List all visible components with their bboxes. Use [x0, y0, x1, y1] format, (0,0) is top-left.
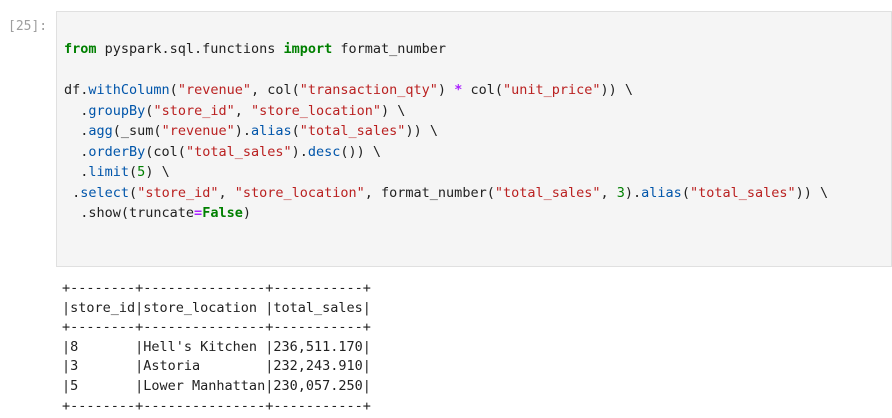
keyword-false: False — [202, 205, 243, 221]
code-text: . — [64, 143, 89, 160]
string-literal: "total_sales" — [299, 123, 406, 139]
string-literal: "store_id" — [153, 102, 235, 119]
string-literal: "unit_price" — [502, 82, 601, 98]
code-line-show: .show(truncate=False) — [64, 203, 828, 224]
output-table-border-top: +--------+---------------+-----------+ — [62, 280, 371, 296]
code-cell-editor[interactable]: from pyspark.sql.functions import format… — [56, 11, 892, 267]
output-table-border-header: +--------+---------------+-----------+ — [62, 319, 371, 336]
output-table-row: |3 |Astoria |232,243.910| — [62, 358, 371, 375]
code-text: .show(truncate — [64, 205, 195, 221]
code-line-orderby: .orderBy(col("total_sales").desc()) \ — [64, 142, 828, 163]
code-text: )) \ — [600, 82, 634, 98]
method-name: orderBy — [88, 143, 146, 160]
keyword-from: from — [64, 41, 97, 57]
code-text: df. — [64, 82, 89, 98]
cell-output: +--------+---------------+-----------+ |… — [62, 279, 371, 416]
code-text: ) \ — [381, 102, 406, 119]
code-text: . — [64, 102, 89, 119]
code-text: , — [234, 102, 251, 119]
code-line-withcolumn: df.withColumn("revenue", col("transactio… — [64, 80, 828, 101]
code-text: ( — [681, 184, 690, 201]
code-text: , — [600, 184, 617, 201]
code-text: )) \ — [795, 184, 829, 201]
code-text: , — [218, 184, 235, 201]
code-text: ( — [129, 164, 138, 180]
code-text: ( — [129, 184, 138, 201]
keyword-import: import — [283, 41, 333, 57]
output-table-border-bottom: +--------+---------------+-----------+ — [62, 397, 371, 414]
method-name: alias — [250, 123, 292, 139]
code-text: . — [64, 164, 89, 180]
string-literal: "revenue" — [177, 82, 251, 98]
code-text: (_sum( — [112, 123, 162, 139]
output-table-row: |5 |Lower Manhattan|230,057.250| — [62, 377, 371, 394]
code-text: ()) \ — [340, 143, 382, 160]
code-text: ) — [242, 205, 251, 221]
code-text: . — [64, 123, 89, 139]
code-line-groupby: .groupBy("store_id", "store_location") \ — [64, 101, 828, 122]
code-text: ) — [437, 82, 455, 98]
code-line-import: from pyspark.sql.functions import format… — [64, 39, 828, 60]
output-table-header: |store_id|store_location |total_sales| — [62, 299, 371, 316]
string-literal: "total_sales" — [494, 184, 601, 201]
cell-prompt: [25]: — [8, 19, 48, 34]
code-text: (col( — [145, 143, 186, 160]
code-text: ) \ — [145, 164, 170, 180]
code-text: , format_number( — [364, 184, 495, 201]
string-literal: "revenue" — [161, 123, 235, 139]
method-name: agg — [88, 123, 113, 139]
import-name: format_number — [332, 41, 447, 57]
string-literal: "store_id" — [137, 184, 219, 201]
code-text: ). — [624, 184, 642, 201]
code-line-agg: .agg(_sum("revenue").alias("total_sales"… — [64, 121, 828, 142]
module-name: pyspark.sql.functions — [96, 41, 284, 57]
string-literal: "transaction_qty" — [299, 82, 438, 98]
string-literal: "store_location" — [234, 184, 365, 201]
code-text: ( — [291, 123, 300, 139]
string-literal: "total_sales" — [185, 143, 292, 160]
output-table-row: |8 |Hell's Kitchen |236,511.170| — [62, 338, 371, 355]
number-literal: 3 — [616, 184, 625, 201]
method-name: limit — [88, 164, 130, 180]
method-name: alias — [641, 184, 682, 201]
code-text: ( — [169, 82, 178, 98]
method-name: select — [80, 184, 130, 201]
code-text: )) \ — [405, 123, 438, 139]
operator: = — [194, 205, 203, 221]
method-name: withColumn — [88, 82, 170, 98]
string-literal: "total_sales" — [689, 184, 796, 201]
code-text: ). — [234, 123, 251, 139]
code-text: . — [64, 184, 81, 201]
code-text: col( — [462, 82, 503, 98]
code-text: , col( — [250, 82, 300, 98]
code-text: ). — [291, 143, 308, 160]
string-literal: "store_location" — [250, 102, 382, 119]
method-name: desc — [307, 143, 341, 160]
code-line-limit: .limit(5) \ — [64, 162, 828, 183]
method-name: groupBy — [88, 102, 146, 119]
code-block[interactable]: from pyspark.sql.functions import format… — [64, 39, 828, 224]
code-line-select: .select("store_id", "store_location", fo… — [64, 183, 828, 204]
